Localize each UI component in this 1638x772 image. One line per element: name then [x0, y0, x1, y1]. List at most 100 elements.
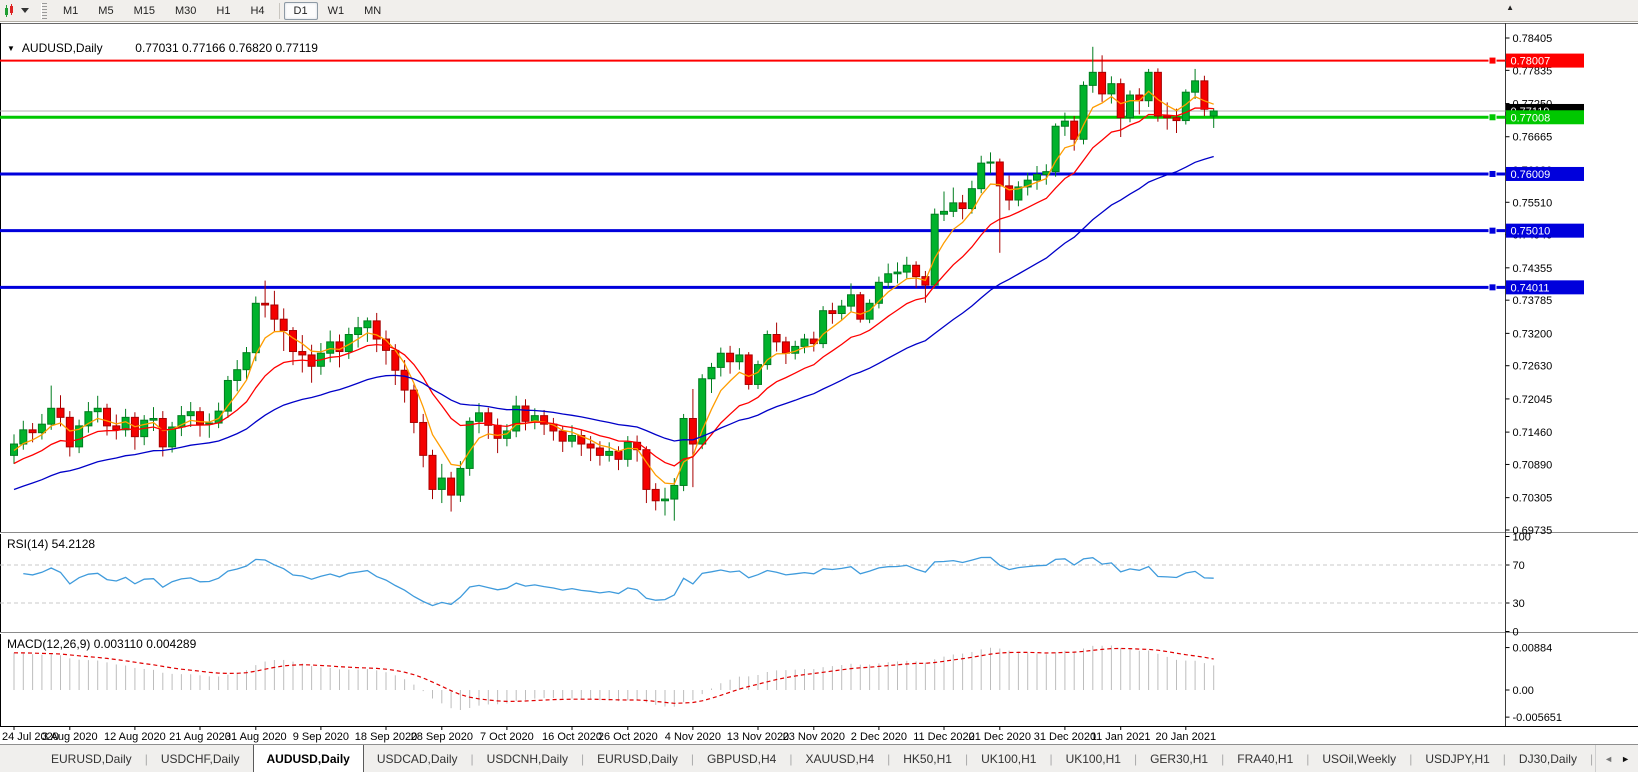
tab-fra40-h1[interactable]: FRA40,H1 — [1224, 745, 1306, 772]
date-label: 4 Nov 2020 — [665, 731, 721, 743]
chart-tabs: EURUSD,Daily|USDCHF,DailyAUDUSD,DailyUSD… — [0, 745, 1595, 772]
svg-text:0.78405: 0.78405 — [1513, 33, 1553, 45]
timeframe-button-m5[interactable]: M5 — [88, 2, 123, 20]
date-label: 23 Nov 2020 — [783, 731, 845, 743]
date-label: 26 Oct 2020 — [598, 731, 658, 743]
tab-uk100-h1[interactable]: UK100,H1 — [968, 745, 1049, 772]
timeframe-button-h4[interactable]: H4 — [240, 2, 274, 20]
timeframe-button-mn[interactable]: MN — [354, 2, 391, 20]
svg-text:0.71460: 0.71460 — [1513, 427, 1553, 439]
rsi-label: RSI(14) 54.2128 — [7, 537, 95, 551]
rsi-pane: 100 70 30 0 — [0, 532, 1531, 639]
chart-window[interactable]: 0.784050.778350.772500.766650.760800.755… — [0, 23, 1638, 744]
toolbar-grip — [41, 3, 47, 19]
date-label: 21 Aug 2020 — [169, 731, 231, 743]
svg-text:0.76665: 0.76665 — [1513, 132, 1553, 144]
date-axis: 24 Jul 20203 Aug 202012 Aug 202021 Aug 2… — [2, 726, 1216, 743]
svg-text:0.74355: 0.74355 — [1513, 263, 1553, 275]
tab-usdcnh-daily[interactable]: USDCNH,Daily — [474, 745, 581, 772]
svg-text:30: 30 — [1513, 598, 1525, 610]
date-label: 16 Oct 2020 — [542, 731, 602, 743]
date-label: 2 Dec 2020 — [851, 731, 907, 743]
horizontal-line-0.75010: 0.75010 — [0, 224, 1584, 238]
chart-tool-button[interactable] — [0, 4, 35, 18]
svg-text:0.75510: 0.75510 — [1513, 197, 1553, 209]
price-chart[interactable]: 0.784050.778350.772500.766650.760800.755… — [0, 23, 1638, 744]
chart-tab-bar: EURUSD,Daily|USDCHF,DailyAUDUSD,DailyUSD… — [0, 744, 1638, 772]
svg-text:100: 100 — [1513, 532, 1531, 544]
tab-hk50-h1[interactable]: HK50,H1 — [890, 745, 965, 772]
date-label: 21 Dec 2020 — [969, 731, 1031, 743]
line-handle — [1489, 170, 1496, 177]
line-handle — [1489, 284, 1496, 291]
date-label: 13 Nov 2020 — [727, 731, 789, 743]
toolbar: M1M5M15M30H1H4 D1W1MN ▲ — [0, 0, 1638, 22]
date-label: 9 Sep 2020 — [293, 731, 349, 743]
timeframe-button-d1[interactable]: D1 — [284, 2, 318, 20]
svg-text:0.72045: 0.72045 — [1513, 394, 1553, 406]
macd-signal-line — [14, 649, 1214, 704]
tab-usoil-weekly[interactable]: USOil,Weekly — [1309, 745, 1409, 772]
date-label: 28 Sep 2020 — [411, 731, 473, 743]
collapse-caret-icon[interactable]: ▼ — [7, 44, 15, 53]
date-label: 7 Oct 2020 — [480, 731, 534, 743]
svg-text:0.73785: 0.73785 — [1513, 295, 1553, 307]
line-handle — [1489, 227, 1496, 234]
timeframe-button-w1[interactable]: W1 — [318, 2, 355, 20]
tab-gbpusd-h4[interactable]: GBPUSD,H4 — [694, 745, 789, 772]
svg-text:0.00884: 0.00884 — [1513, 643, 1553, 655]
timeframe-button-m30[interactable]: M30 — [165, 2, 206, 20]
timeframe-button-m15[interactable]: M15 — [124, 2, 165, 20]
tab-audusd-daily[interactable]: AUDUSD,Daily — [253, 745, 364, 772]
chart-icon — [4, 4, 19, 18]
tab-ger30-h1[interactable]: GER30,H1 — [1137, 745, 1221, 772]
svg-text:-0.005651: -0.005651 — [1513, 712, 1563, 724]
svg-text:0: 0 — [1513, 627, 1519, 639]
timeframe-button-h1[interactable]: H1 — [206, 2, 240, 20]
tab-usdcad-daily[interactable]: USDCAD,Daily — [364, 745, 471, 772]
horizontal-line-0.77008: 0.77008 — [0, 110, 1584, 124]
toolbar-separator — [279, 3, 280, 19]
tab-scroll-arrows: ◄ ► — [1595, 745, 1638, 772]
tab-eurusd-daily[interactable]: EURUSD,Daily — [38, 745, 145, 772]
horizontal-line-0.74011: 0.74011 — [0, 280, 1584, 294]
timeframe-button-m1[interactable]: M1 — [53, 2, 88, 20]
dropdown-caret-icon — [21, 8, 29, 13]
line-handle — [1489, 57, 1496, 64]
svg-text:0.00: 0.00 — [1513, 685, 1534, 697]
date-label: 18 Sep 2020 — [355, 731, 417, 743]
date-label: 20 Jan 2021 — [1156, 731, 1217, 743]
symbol-timeframe: AUDUSD,Daily — [22, 41, 103, 55]
mt4-window: M1M5M15M30H1H4D1W1MN ▲ 0.784050.778350.7… — [0, 0, 1638, 772]
tab-scroll-right-icon[interactable]: ► — [1621, 754, 1630, 764]
svg-text:0.77008: 0.77008 — [1511, 112, 1551, 124]
chart-title: ▼ AUDUSD,Daily 0.77031 0.77166 0.76820 0… — [7, 27, 318, 69]
svg-text:0.74011: 0.74011 — [1511, 282, 1550, 294]
macd-axis: 0.00884 0.00 -0.005651 — [1506, 643, 1563, 725]
svg-text:0.73200: 0.73200 — [1513, 328, 1553, 340]
svg-text:0.72630: 0.72630 — [1513, 361, 1553, 373]
tab-scroll-left-icon[interactable]: ◄ — [1604, 754, 1613, 764]
svg-text:70: 70 — [1513, 560, 1525, 572]
date-label: 11 Dec 2020 — [913, 731, 975, 743]
svg-text:0.78007: 0.78007 — [1511, 56, 1551, 68]
timeframe-buttons: M1M5M15M30H1H4 D1W1MN — [53, 2, 391, 20]
line-handle — [1489, 114, 1496, 121]
tab-dj30-daily[interactable]: DJ30,Daily — [1506, 745, 1590, 772]
date-label: 11 Jan 2021 — [1091, 731, 1151, 743]
tab-usdchf-daily[interactable]: USDCHF,Daily — [148, 745, 253, 772]
tab-usdjpy-h1[interactable]: USDJPY,H1 — [1412, 745, 1502, 772]
scroll-up-icon[interactable]: ▲ — [1506, 3, 1514, 12]
macd-histogram — [14, 646, 1214, 710]
macd-label: MACD(12,26,9) 0.003110 0.004289 — [7, 637, 196, 651]
svg-text:0.70890: 0.70890 — [1513, 459, 1553, 471]
ohlc-values: 0.77031 0.77166 0.76820 0.77119 — [109, 27, 318, 69]
tab-xauusd-h4[interactable]: XAUUSD,H4 — [792, 745, 887, 772]
tab-uk100-h1[interactable]: UK100,H1 — [1053, 745, 1134, 772]
date-label: 31 Dec 2020 — [1034, 731, 1096, 743]
tab-eurusd-daily[interactable]: EURUSD,Daily — [584, 745, 691, 772]
svg-text:0.70305: 0.70305 — [1513, 493, 1553, 505]
svg-text:0.76009: 0.76009 — [1511, 169, 1551, 181]
date-label: 3 Aug 2020 — [42, 731, 98, 743]
horizontal-line-0.76009: 0.76009 — [0, 167, 1584, 181]
